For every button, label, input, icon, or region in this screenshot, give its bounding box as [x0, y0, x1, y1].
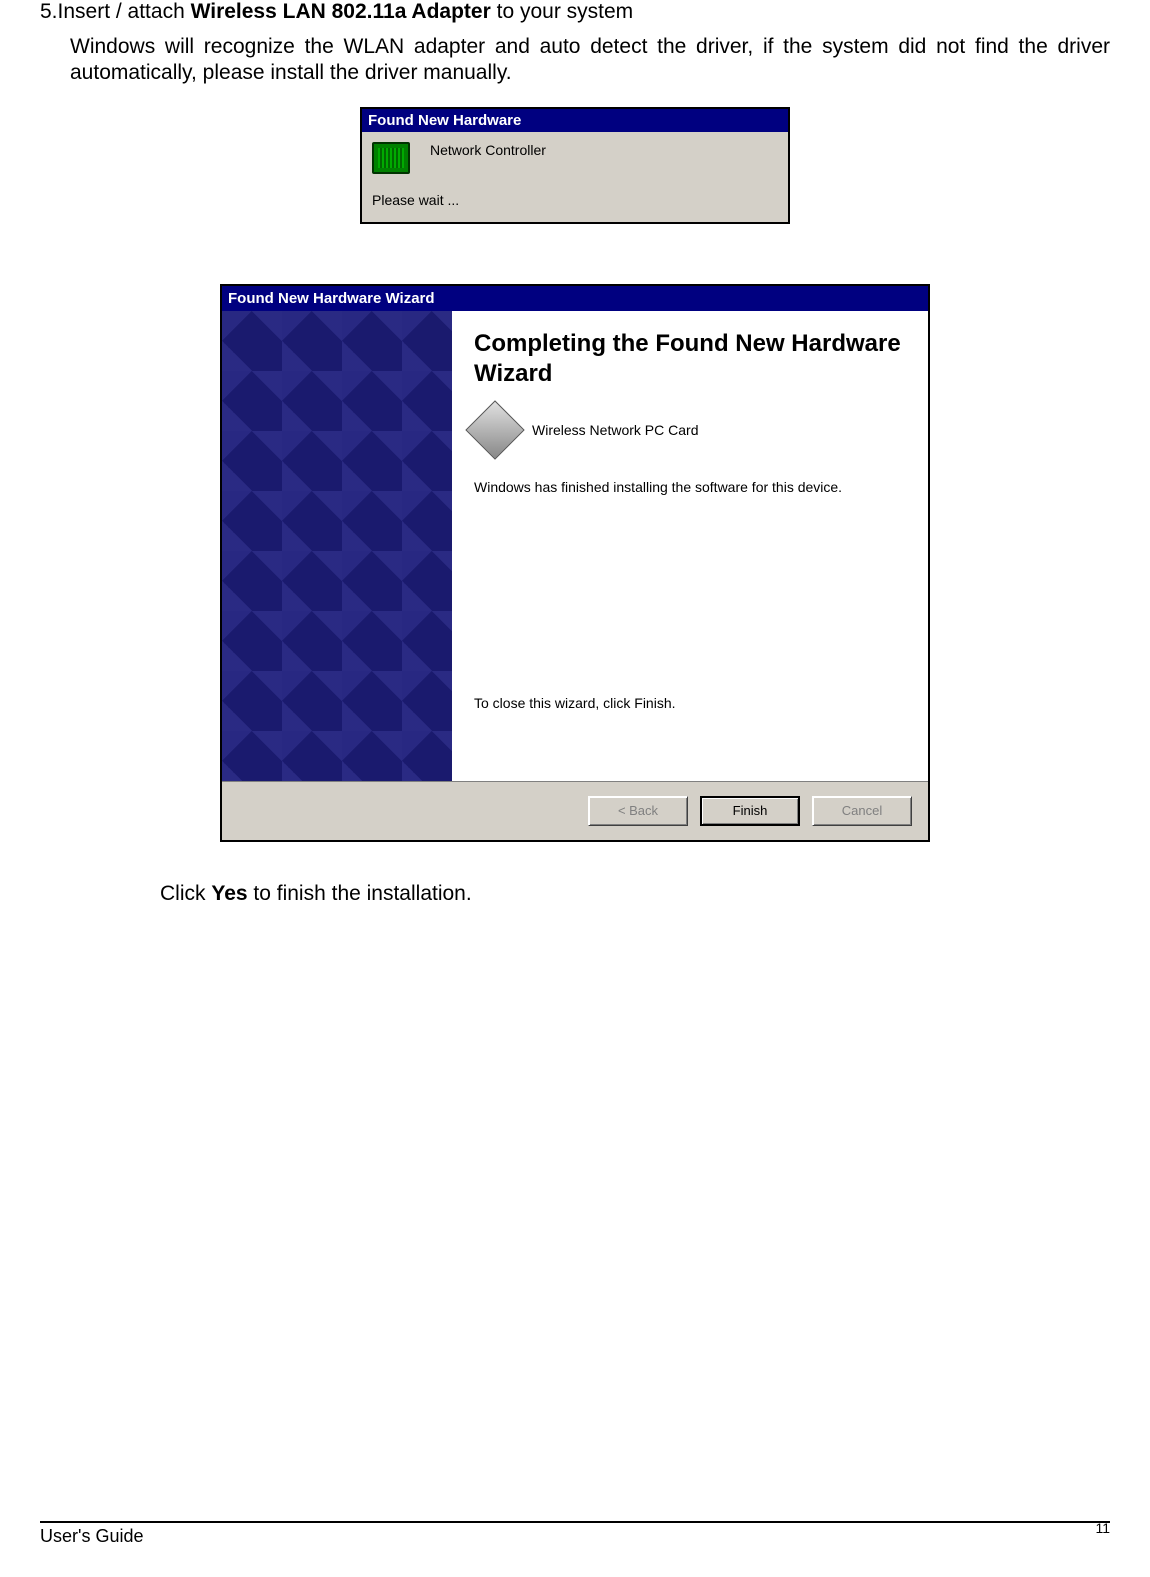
wizard-installed-text: Windows has finished installing the soft…	[474, 479, 908, 495]
found-new-hardware-wizard-dialog: Found New Hardware Wizard Completing the…	[220, 284, 930, 842]
dialog2-body: Completing the Found New Hardware Wizard…	[222, 311, 928, 781]
wizard-device: Wireless Network PC Card	[532, 422, 698, 438]
cancel-button[interactable]: Cancel	[812, 796, 912, 826]
dialog1-title: Found New Hardware	[362, 109, 788, 132]
post-bold: Yes	[211, 882, 247, 905]
post-instruction: Click Yes to finish the installation.	[160, 882, 1110, 906]
dialog1-body: Network Controller Please wait ...	[362, 132, 788, 222]
dialog2-title: Found New Hardware Wizard	[222, 286, 928, 311]
pc-card-icon	[465, 400, 524, 459]
hardware-icon	[372, 142, 410, 174]
body-paragraph: Windows will recognize the WLAN adapter …	[70, 34, 1110, 87]
found-new-hardware-dialog: Found New Hardware Network Controller Pl…	[360, 107, 790, 224]
wizard-content: Completing the Found New Hardware Wizard…	[452, 311, 928, 781]
step-bold: Wireless LAN 802.11a Adapter	[191, 0, 491, 23]
post-suffix: to finish the installation.	[248, 882, 472, 905]
footer-left: User's Guide	[40, 1526, 143, 1547]
page-footer: User's Guide 11	[40, 1521, 1110, 1547]
page-number: 11	[1095, 1520, 1110, 1541]
wizard-sidebar-image	[222, 311, 452, 781]
wizard-button-row: < Back Finish Cancel	[222, 781, 928, 840]
post-prefix: Click	[160, 882, 211, 905]
finish-button[interactable]: Finish	[700, 796, 800, 826]
dialog2-wrap: Found New Hardware Wizard Completing the…	[40, 244, 1110, 842]
back-button[interactable]: < Back	[588, 796, 688, 826]
wizard-close-text: To close this wizard, click Finish.	[474, 695, 908, 711]
dialog1-wait: Please wait ...	[372, 192, 778, 208]
step-number: 5.	[40, 0, 58, 23]
wizard-heading: Completing the Found New Hardware Wizard	[474, 329, 908, 389]
dialog1-device: Network Controller	[430, 142, 546, 158]
step-prefix: Insert / attach	[58, 0, 191, 23]
step-instruction: 5.Insert / attach Wireless LAN 802.11a A…	[40, 0, 1110, 24]
dialog1-wrap: Found New Hardware Network Controller Pl…	[40, 107, 1110, 224]
step-suffix: to your system	[491, 0, 633, 23]
